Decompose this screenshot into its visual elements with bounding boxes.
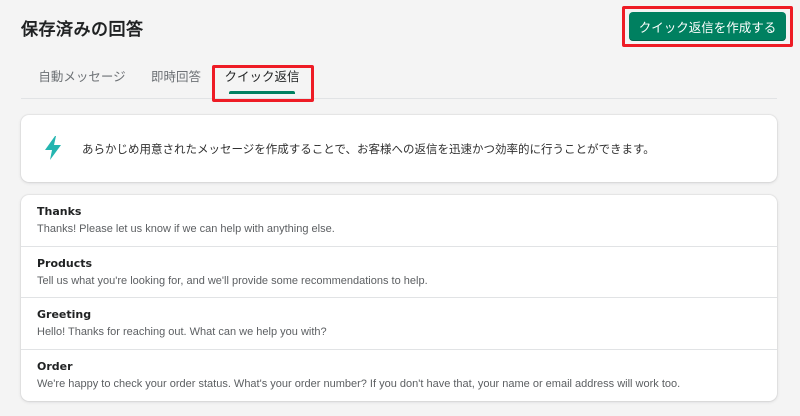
reply-body: Thanks! Please let us know if we can hel… — [37, 223, 335, 235]
reply-title: Greeting — [37, 308, 92, 321]
list-item[interactable]: Thanks Thanks! Please let us know if we … — [21, 195, 777, 247]
reply-title: Products — [37, 256, 93, 270]
list-item[interactable]: Greeting Hello! Thanks for reaching out.… — [21, 298, 777, 350]
reply-title: Thanks — [37, 205, 82, 218]
page-title: 保存済みの回答 — [21, 20, 144, 40]
list-item[interactable]: Order We're happy to check your order st… — [21, 350, 777, 402]
create-quick-reply-button[interactable]: クイック返信を作成する — [629, 12, 786, 41]
reply-body: We're happy to check your order status. … — [37, 377, 681, 390]
tab-automatic-messages[interactable]: 自動メッセージ — [29, 62, 135, 98]
tab-label: 即時回答 — [150, 69, 201, 84]
tab-instant-answers[interactable]: 即時回答 — [143, 62, 209, 98]
reply-body: Hello! Thanks for reaching out. What can… — [37, 326, 327, 338]
lightning-bolt-icon — [45, 136, 61, 160]
reply-title: Order — [37, 359, 73, 373]
quick-reply-list: Thanks Thanks! Please let us know if we … — [21, 195, 777, 401]
info-banner: あらかじめ用意されたメッセージを作成することで、お客様への返信を迅速かつ効率的に… — [21, 115, 777, 182]
list-item[interactable]: Products Tell us what you're looking for… — [21, 247, 777, 298]
tab-bar: 自動メッセージ 即時回答 クイック返信 — [21, 62, 777, 99]
banner-text: あらかじめ用意されたメッセージを作成することで、お客様への返信を迅速かつ効率的に… — [82, 142, 655, 156]
reply-body: Tell us what you're looking for, and we'… — [37, 274, 428, 287]
tab-label: 自動メッセージ — [38, 69, 126, 84]
tab-highlight-box — [212, 65, 314, 102]
